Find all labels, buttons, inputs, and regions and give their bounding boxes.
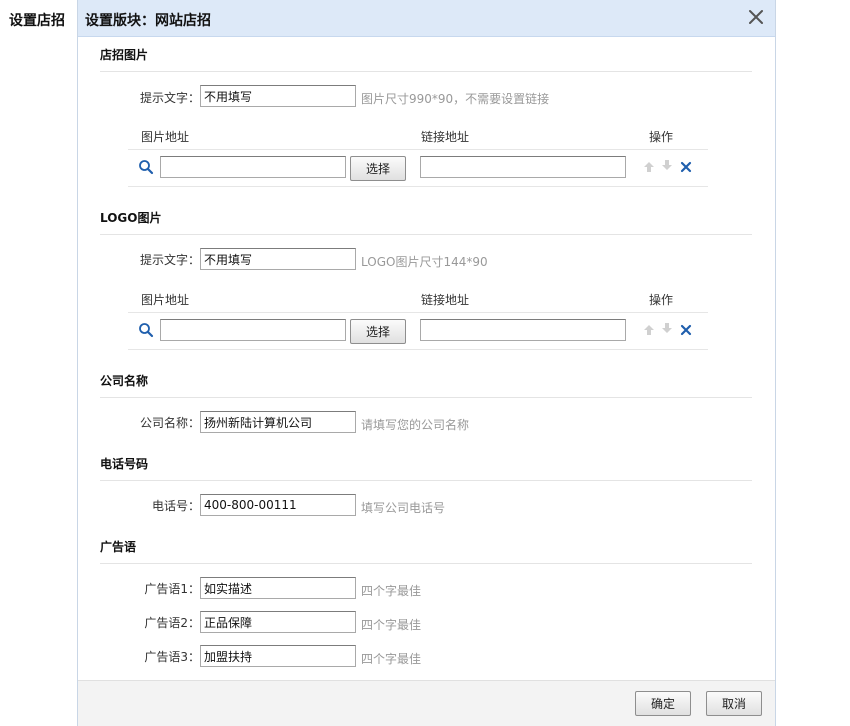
slogan-3-label: 广告语3： <box>144 650 200 664</box>
slogan-1-label: 广告语1： <box>144 582 200 596</box>
section-divider <box>100 234 752 235</box>
page-heading: 设置店招 <box>9 13 65 29</box>
sign-hint-input[interactable] <box>200 85 356 107</box>
logo-hint-note: LOGO图片尺寸144*90 <box>361 255 488 269</box>
section-title-sign-image: 店招图片 <box>100 48 149 62</box>
logo-choose-button[interactable]: 选择 <box>350 319 406 344</box>
phone-label: 电话号： <box>151 499 200 513</box>
company-label: 公司名称： <box>139 416 200 430</box>
company-name-input[interactable] <box>200 411 356 433</box>
sign-image-url-input[interactable] <box>160 156 346 178</box>
dialog-footer: 确定 取消 <box>78 680 775 726</box>
cancel-button[interactable]: 取消 <box>706 691 762 716</box>
col-action: 操作 <box>649 293 674 307</box>
delete-icon[interactable] <box>680 161 692 173</box>
phone-input[interactable] <box>200 494 356 516</box>
delete-icon[interactable] <box>680 324 692 336</box>
slogan-2-label: 广告语2： <box>144 616 200 630</box>
close-icon[interactable] <box>745 6 767 28</box>
slogan-3-hint: 四个字最佳 <box>361 652 422 666</box>
section-divider <box>100 71 752 72</box>
col-action: 操作 <box>649 130 674 144</box>
arrow-down-icon[interactable] <box>661 159 673 171</box>
arrow-up-icon[interactable] <box>643 161 655 173</box>
sign-link-url-input[interactable] <box>420 156 626 178</box>
search-icon[interactable] <box>138 322 154 338</box>
arrow-down-icon[interactable] <box>661 322 673 334</box>
slogan-2-hint: 四个字最佳 <box>361 618 422 632</box>
arrow-up-icon[interactable] <box>643 324 655 336</box>
row-divider <box>128 149 708 150</box>
section-title-slogans: 广告语 <box>100 540 137 554</box>
phone-hint: 填写公司电话号 <box>361 501 446 515</box>
search-icon[interactable] <box>138 159 154 175</box>
row-divider <box>128 312 708 313</box>
col-image-url: 图片地址 <box>141 130 190 144</box>
section-divider <box>100 480 752 481</box>
slogan-1-input[interactable] <box>200 577 356 599</box>
sign-choose-button[interactable]: 选择 <box>350 156 406 181</box>
row-divider <box>128 186 708 187</box>
sign-hint-label: 提示文字： <box>139 91 200 105</box>
section-title-phone: 电话号码 <box>100 457 149 471</box>
dialog-title: 设置版块：网站店招 <box>85 13 211 29</box>
dialog-header: 设置版块：网站店招 <box>78 0 775 37</box>
section-title-company: 公司名称 <box>100 374 149 388</box>
sign-hint-note: 图片尺寸990*90，不需要设置链接 <box>361 92 550 106</box>
logo-link-url-input[interactable] <box>420 319 626 341</box>
logo-hint-input[interactable] <box>200 248 356 270</box>
slogan-2-input[interactable] <box>200 611 356 633</box>
logo-hint-label: 提示文字： <box>139 253 200 267</box>
company-hint: 请填写您的公司名称 <box>361 418 470 432</box>
slogan-3-input[interactable] <box>200 645 356 667</box>
row-divider <box>128 349 708 350</box>
section-title-logo-image: LOGO图片 <box>100 211 162 225</box>
section-divider <box>100 563 752 564</box>
slogan-1-hint: 四个字最佳 <box>361 584 422 598</box>
col-image-url: 图片地址 <box>141 293 190 307</box>
settings-dialog: 设置版块：网站店招 店招图片 提示文字： 图片尺寸990*90，不需要设置链接 … <box>77 0 776 726</box>
section-divider <box>100 397 752 398</box>
col-link-url: 链接地址 <box>421 293 470 307</box>
logo-image-url-input[interactable] <box>160 319 346 341</box>
col-link-url: 链接地址 <box>421 130 470 144</box>
ok-button[interactable]: 确定 <box>635 691 691 716</box>
